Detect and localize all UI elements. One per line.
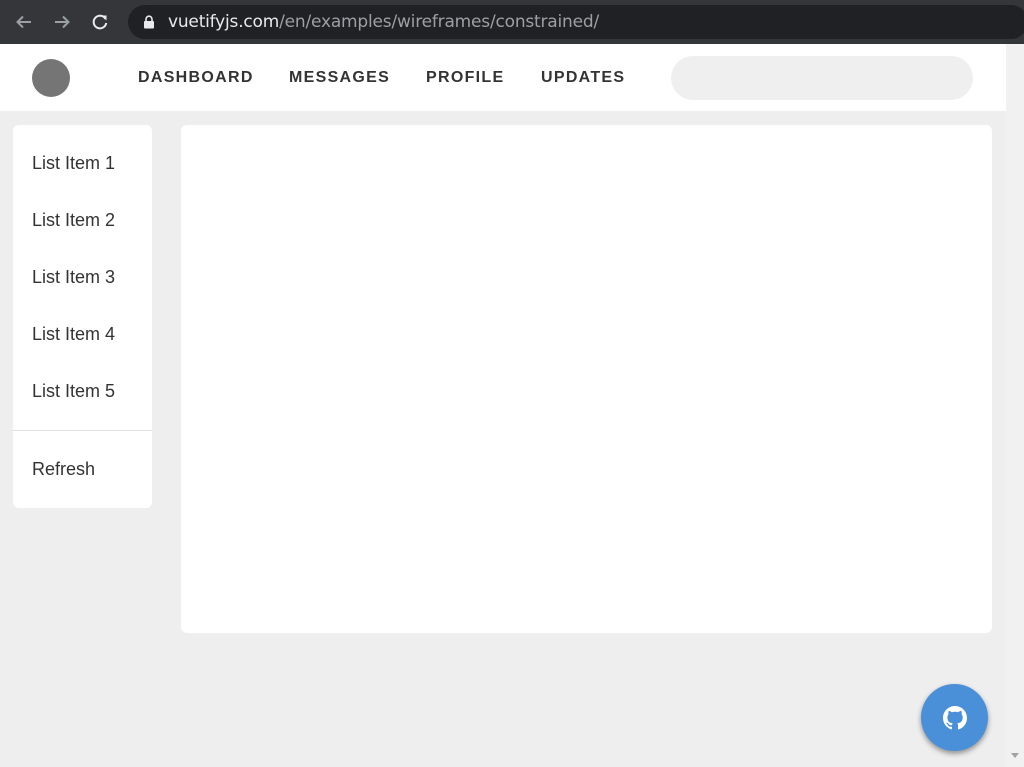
arrow-left-icon (16, 15, 31, 29)
avatar[interactable] (32, 59, 70, 97)
list-item-4[interactable]: List Item 4 (13, 306, 152, 363)
url-text: vuetifyjs.com/en/examples/wireframes/con… (168, 12, 599, 32)
tab-updates[interactable]: UPDATES (541, 66, 625, 90)
list-item-2[interactable]: List Item 2 (13, 192, 152, 249)
list-item-5[interactable]: List Item 5 (13, 363, 152, 420)
arrow-right-icon (55, 15, 70, 29)
url-host: vuetifyjs.com (168, 12, 280, 32)
refresh-button[interactable]: Refresh (13, 441, 152, 498)
main-content-card (181, 125, 992, 633)
forward-button[interactable] (48, 8, 76, 36)
github-fab-button[interactable] (921, 684, 988, 751)
scroll-down-arrow-icon[interactable] (1011, 753, 1019, 758)
reload-icon (92, 14, 108, 30)
tab-messages[interactable]: MESSAGES (289, 66, 390, 90)
tab-profile[interactable]: PROFILE (426, 66, 504, 90)
browser-toolbar: vuetifyjs.com/en/examples/wireframes/con… (0, 0, 1024, 44)
search-input[interactable] (671, 56, 973, 100)
scrollbar[interactable] (1006, 44, 1024, 767)
app-bar: DASHBOARD MESSAGES PROFILE UPDATES (0, 44, 1006, 111)
github-icon (942, 705, 967, 729)
list-item-1[interactable]: List Item 1 (13, 135, 152, 192)
back-button[interactable] (10, 8, 38, 36)
url-path: /en/examples/wireframes/constrained/ (279, 12, 599, 32)
address-bar[interactable]: vuetifyjs.com/en/examples/wireframes/con… (128, 5, 1024, 39)
divider (13, 430, 152, 431)
tab-dashboard[interactable]: DASHBOARD (138, 66, 254, 90)
lock-icon (142, 14, 156, 30)
reload-button[interactable] (86, 8, 114, 36)
sidebar-card: List Item 1 List Item 2 List Item 3 List… (13, 125, 152, 508)
list-item-3[interactable]: List Item 3 (13, 249, 152, 306)
